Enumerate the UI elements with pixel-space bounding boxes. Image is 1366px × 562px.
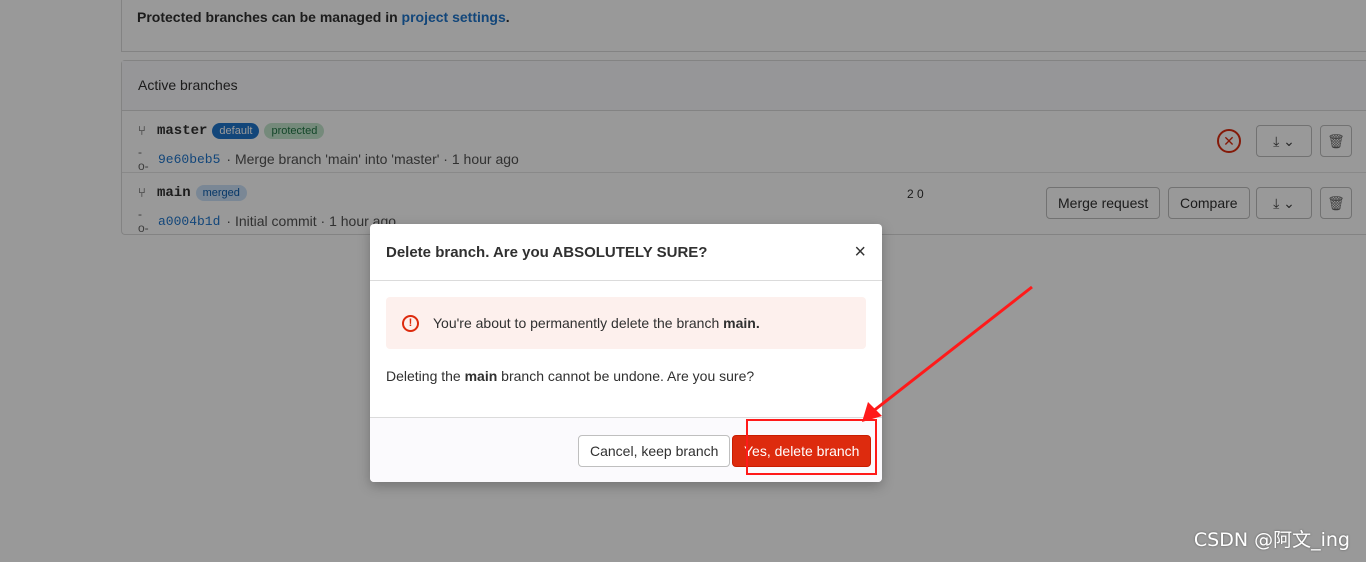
modal-header: Delete branch. Are you ABSOLUTELY SURE? … xyxy=(370,224,882,281)
modal-body: ! You're about to permanently delete the… xyxy=(370,281,882,417)
csdn-watermark: CSDN @阿文_ing xyxy=(1193,529,1350,551)
close-icon[interactable]: × xyxy=(854,242,866,262)
annotation-highlight-box xyxy=(746,419,877,475)
modal-title: Delete branch. Are you ABSOLUTELY SURE? xyxy=(386,243,708,261)
cancel-keep-branch-button[interactable]: Cancel, keep branch xyxy=(578,435,731,467)
danger-alert: ! You're about to permanently delete the… xyxy=(386,297,866,349)
alert-message: You're about to permanently delete the b… xyxy=(433,315,760,331)
confirm-message: Deleting the main branch cannot be undon… xyxy=(386,368,755,384)
error-circle-icon: ! xyxy=(402,314,419,332)
